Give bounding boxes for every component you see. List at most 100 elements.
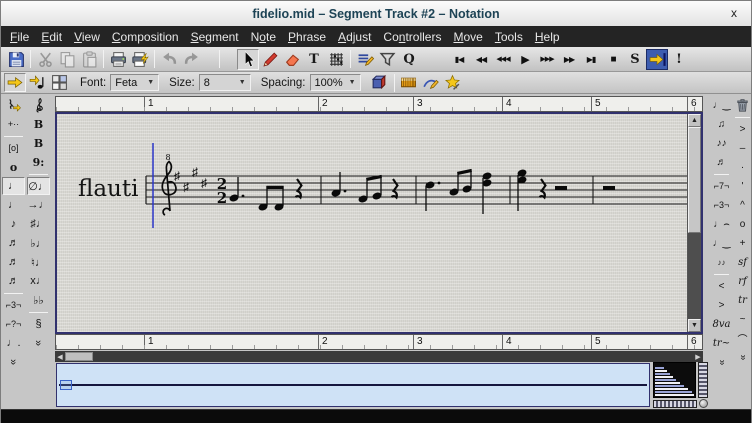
- sforzando-button[interactable]: sf: [733, 253, 751, 271]
- sixty-fourth-note-button[interactable]: ♬: [2, 272, 25, 290]
- trill-button[interactable]: tr: [733, 291, 751, 309]
- fast-rewind-button[interactable]: ◀◀◀: [492, 49, 514, 70]
- bottom-bar-ruler[interactable]: 1 2 3 4 5 6: [55, 334, 703, 350]
- turn-button[interactable]: ~: [733, 310, 751, 328]
- rewind-button[interactable]: ◀◀: [470, 49, 492, 70]
- solo-button[interactable]: S: [624, 49, 646, 70]
- more-durations-button[interactable]: »: [2, 353, 25, 371]
- menu-adjust[interactable]: Adjust: [332, 28, 377, 46]
- beam-group-button[interactable]: ♫: [712, 115, 731, 133]
- scroll-right-icon[interactable]: ▶: [693, 353, 703, 361]
- break-triplet-button[interactable]: ⌐3¬: [712, 196, 731, 214]
- staccatissimo-button[interactable]: ': [733, 177, 751, 195]
- redo-icon[interactable]: [180, 49, 202, 70]
- more-symbols-button[interactable]: »: [27, 334, 50, 352]
- velocity-ruler-icon[interactable]: [398, 73, 420, 92]
- panic-button[interactable]: !: [668, 49, 690, 70]
- thirty-second-note-button[interactable]: ♬: [2, 253, 25, 271]
- staccato-button[interactable]: ·: [733, 158, 751, 176]
- delete-icon[interactable]: [733, 96, 751, 114]
- size-dropdown[interactable]: 8 ▼: [198, 74, 251, 91]
- spacing-dropdown[interactable]: 100% ▼: [309, 74, 361, 91]
- text-tool-button[interactable]: T: [303, 49, 325, 70]
- whole-note-button[interactable]: o: [2, 158, 25, 176]
- step-record-mode-icon[interactable]: [26, 73, 48, 92]
- draw-tool-icon[interactable]: [259, 49, 281, 70]
- paste-icon[interactable]: [78, 49, 100, 70]
- half-note-button[interactable]: ♩: [2, 177, 25, 195]
- break-tuplet-button[interactable]: ⌐7¬: [712, 177, 731, 195]
- menu-file[interactable]: File: [4, 28, 35, 46]
- ottava-button[interactable]: 8va: [712, 315, 731, 333]
- play-button[interactable]: ▶: [514, 49, 536, 70]
- auto-beam-button[interactable]: ♪♪: [712, 134, 731, 152]
- menu-phrase[interactable]: Phrase: [282, 28, 332, 46]
- sixteenth-group-button[interactable]: ♬: [712, 153, 731, 171]
- fast-forward-button[interactable]: ▶▶▶: [536, 49, 558, 70]
- sharp-button[interactable]: ♯♩: [27, 215, 50, 233]
- marcato-button[interactable]: ^: [733, 196, 751, 214]
- scroll-tracking-icon[interactable]: [646, 48, 668, 70]
- font-dropdown[interactable]: Feta ▼: [110, 74, 160, 91]
- menu-tools[interactable]: Tools: [489, 28, 529, 46]
- notation-canvas[interactable]: flauti 8 ♯ ♯ ♯ ♯ 2 2: [57, 114, 687, 332]
- no-accidental-button[interactable]: ∅♩: [27, 177, 50, 195]
- natural-button[interactable]: ♮♩: [27, 253, 50, 271]
- event-filter-icon[interactable]: [376, 49, 398, 70]
- alto-clef-button[interactable]: B: [27, 115, 50, 133]
- zoom-knob[interactable]: [699, 399, 708, 408]
- menu-controllers[interactable]: Controllers: [377, 28, 447, 46]
- decrescendo-button[interactable]: >: [712, 296, 731, 314]
- phrasing-slur-button[interactable]: ♩‿: [712, 234, 731, 252]
- menu-edit[interactable]: Edit: [35, 28, 68, 46]
- forward-to-end-button[interactable]: ▶▮: [580, 49, 602, 70]
- quarter-note-button[interactable]: ♩: [2, 196, 25, 214]
- stopped-button[interactable]: +: [733, 234, 751, 252]
- step-insert-mode-icon[interactable]: [4, 73, 26, 92]
- more-marks-button[interactable]: »: [733, 348, 751, 366]
- open-button[interactable]: o: [733, 215, 751, 233]
- layout-mode-icon[interactable]: [48, 73, 70, 92]
- flat-button[interactable]: ♭♩: [27, 234, 50, 252]
- bass-clef-button[interactable]: 9:: [27, 153, 50, 171]
- trill-line-button[interactable]: tr~: [712, 334, 731, 352]
- scroll-left-icon[interactable]: ◀: [55, 353, 65, 361]
- top-bar-ruler[interactable]: 1 2 3 4 5 6: [55, 96, 703, 112]
- print-icon[interactable]: [107, 49, 129, 70]
- undo-icon[interactable]: [158, 49, 180, 70]
- insert-with-pencil-icon[interactable]: [354, 49, 376, 70]
- stop-button[interactable]: ■: [602, 49, 624, 70]
- treble-clef-icon[interactable]: [27, 96, 50, 114]
- copy-icon[interactable]: [56, 49, 78, 70]
- eighth-note-button[interactable]: ♪: [2, 215, 25, 233]
- quantize-button[interactable]: Q: [398, 49, 420, 70]
- toggle-dot-button[interactable]: +··: [2, 115, 25, 133]
- horizontal-scroll-thumb[interactable]: [65, 352, 93, 361]
- scroll-up-icon[interactable]: ▲: [688, 114, 701, 127]
- scroll-down-icon[interactable]: ▼: [688, 319, 701, 332]
- follow-accidental-button[interactable]: →♩: [27, 196, 50, 214]
- horizontal-zoom-slider[interactable]: [653, 400, 697, 408]
- save-icon[interactable]: [5, 49, 27, 70]
- add-control-ruler-icon[interactable]: [442, 73, 464, 92]
- menu-composition[interactable]: Composition: [106, 28, 185, 46]
- menu-move[interactable]: Move: [447, 28, 488, 46]
- grace-notes-button[interactable]: ♪♪: [712, 253, 731, 271]
- more-group-tools-button[interactable]: »: [712, 353, 731, 371]
- tie-notes-button[interactable]: ♩‿: [712, 96, 731, 114]
- tenor-clef-button[interactable]: B: [27, 134, 50, 152]
- title-bar[interactable]: fidelio.mid – Segment Track #2 – Notatio…: [1, 1, 751, 27]
- vertical-scrollbar[interactable]: ▲ ▼: [687, 114, 701, 332]
- rewind-to-beginning-button[interactable]: ▮◀: [448, 49, 470, 70]
- forward-button[interactable]: ▶▶: [558, 49, 580, 70]
- close-icon[interactable]: x: [731, 6, 737, 20]
- sixteenth-note-button[interactable]: ♬: [2, 234, 25, 252]
- tuplet-button[interactable]: ⌐?¬: [2, 315, 25, 333]
- accent-button[interactable]: >: [733, 120, 751, 138]
- vertical-scroll-thumb[interactable]: [688, 127, 701, 233]
- segno-button[interactable]: §: [27, 315, 50, 333]
- panorama-strip[interactable]: [56, 363, 650, 407]
- menu-view[interactable]: View: [68, 28, 106, 46]
- triplet-button[interactable]: ⌐3¬: [2, 296, 25, 314]
- double-flat-button[interactable]: ♭♭: [27, 291, 50, 309]
